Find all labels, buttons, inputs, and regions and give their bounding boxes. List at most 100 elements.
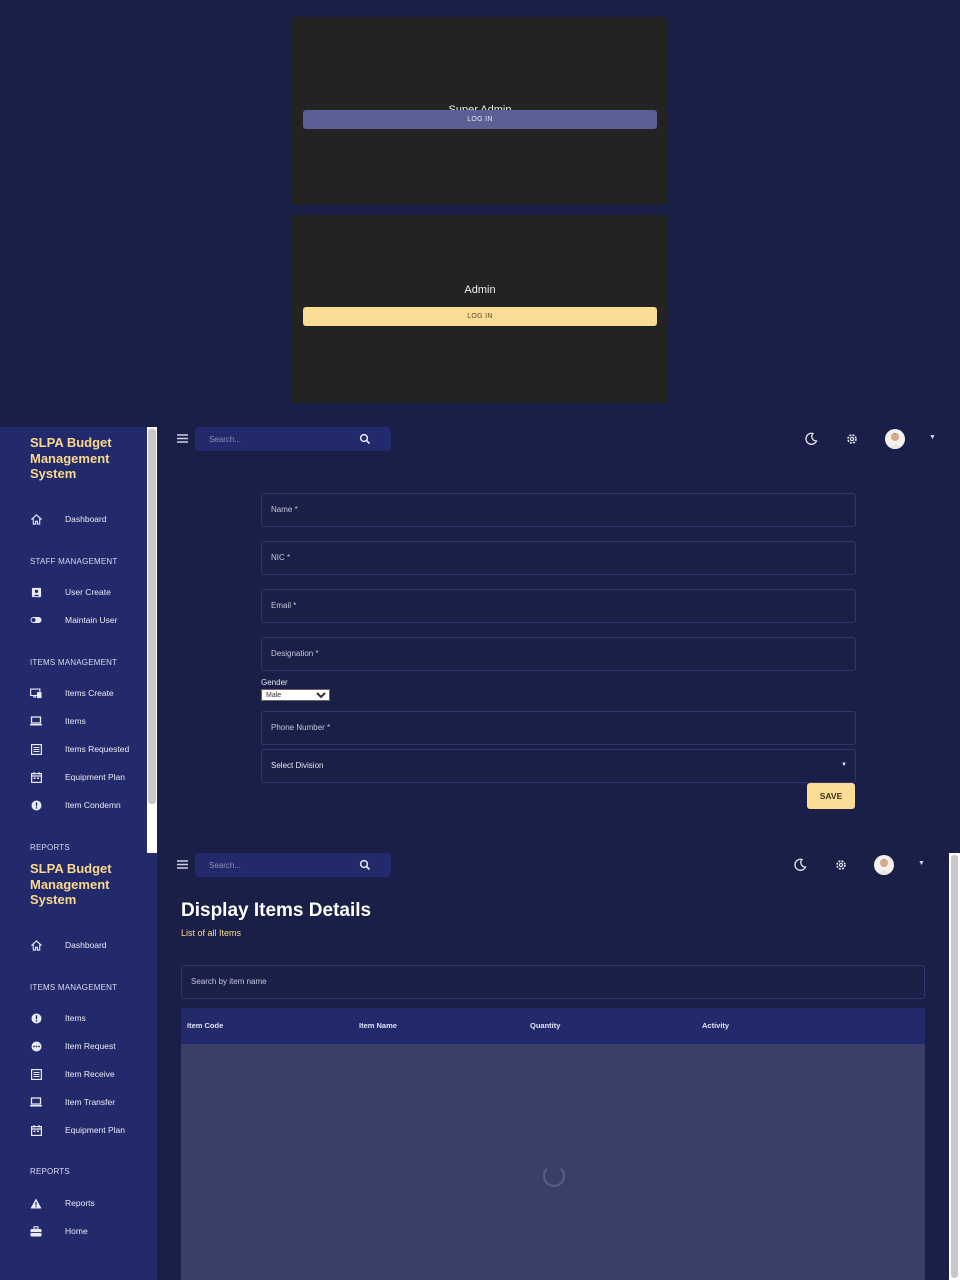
home-icon — [30, 513, 42, 525]
sidebar-item-label: Reports — [65, 1198, 95, 1208]
column-header-item-name[interactable]: Item Name — [359, 1021, 397, 1030]
column-header-item-code[interactable]: Item Code — [187, 1021, 223, 1030]
admin-title: Admin — [464, 284, 496, 296]
item-search-field[interactable]: Search by item name — [181, 965, 925, 999]
gear-icon[interactable] — [845, 432, 859, 446]
sidebar-item-item-receive[interactable]: Item Receive — [0, 1064, 150, 1084]
menu-icon[interactable] — [177, 858, 188, 872]
sidebar-item-items[interactable]: Items — [0, 711, 150, 731]
sidebar-item-item-request[interactable]: Item Request — [0, 1036, 150, 1056]
sidebar-item-equipment-plan[interactable]: Equipment Plan — [0, 1120, 150, 1140]
moon-icon[interactable] — [804, 432, 818, 446]
column-header-activity[interactable]: Activity — [702, 1021, 729, 1030]
name-field[interactable]: Name * — [261, 493, 856, 527]
name-field-label: Name * — [271, 505, 298, 514]
column-header-quantity[interactable]: Quantity — [530, 1021, 560, 1030]
sidebar-item-label: Items Requested — [65, 744, 130, 754]
designation-field[interactable]: Designation * — [261, 637, 856, 671]
brand-title: SLPA Budget Management System — [30, 435, 112, 481]
toggle-icon — [30, 614, 42, 626]
sidebar-item-item-condemn[interactable]: Item Condemn — [0, 795, 150, 815]
super-admin-card: Super Admin LOG IN — [292, 17, 668, 205]
avatar[interactable] — [874, 855, 894, 875]
sidebar-item-user-create[interactable]: User Create — [0, 582, 150, 602]
save-button[interactable]: SAVE — [807, 783, 855, 809]
items-table: Item Code Item Name Quantity Activity — [181, 1008, 925, 1280]
alert-icon — [30, 799, 42, 811]
avatar[interactable] — [885, 429, 905, 449]
search-icon[interactable] — [359, 858, 371, 871]
sidebar-item-maintain-user[interactable]: Maintain User — [0, 610, 150, 630]
sidebar-item-dashboard[interactable]: Dashboard — [0, 935, 150, 955]
scrollbar-thumb[interactable] — [951, 855, 958, 1278]
monitor-icon — [30, 687, 42, 699]
nic-field-label: NIC * — [271, 553, 291, 562]
sidebar-item-items-requested[interactable]: Items Requested — [0, 739, 150, 759]
moon-icon[interactable] — [793, 858, 807, 872]
search-bar[interactable] — [195, 427, 391, 451]
page-subtitle: List of all Items — [181, 928, 242, 938]
super-admin-login-button[interactable]: LOG IN — [303, 110, 657, 129]
phone-field[interactable]: Phone Number * — [261, 711, 856, 745]
sidebar-item-reports[interactable]: Reports — [0, 1193, 150, 1213]
chevron-down-icon[interactable]: ▼ — [929, 434, 936, 441]
chevron-down-icon[interactable]: ▼ — [918, 860, 925, 867]
division-select-label: Select Division — [271, 761, 324, 770]
list-icon — [30, 743, 42, 755]
home-icon — [30, 939, 42, 951]
sidebar-item-label: Home — [65, 1226, 88, 1236]
main-scrollbar[interactable] — [949, 853, 960, 1280]
list-icon — [30, 1068, 42, 1080]
sidebar-item-label: Items Create — [65, 688, 114, 698]
laptop-icon — [30, 715, 42, 727]
sidebar-item-label: Item Condemn — [65, 800, 121, 810]
sidebar-item-items[interactable]: Items — [0, 1008, 150, 1028]
sidebar-item-label: Items — [65, 1013, 86, 1023]
sidebar-staff: SLPA Budget Management System Dashboard … — [0, 427, 157, 854]
brand-title: SLPA Budget Management System — [30, 861, 112, 907]
sidebar-item-home[interactable]: Home — [0, 1221, 150, 1241]
gender-select[interactable]: Male — [261, 689, 330, 701]
nic-field[interactable]: NIC * — [261, 541, 856, 575]
sidebar-item-label: Equipment Plan — [65, 1125, 126, 1135]
sidebar-item-dashboard[interactable]: Dashboard — [0, 509, 150, 529]
sidebar-item-label: Dashboard — [65, 940, 107, 950]
search-input[interactable] — [209, 858, 349, 872]
page-title: Display Items Details — [181, 900, 372, 921]
phone-field-label: Phone Number * — [271, 723, 331, 732]
search-bar[interactable] — [195, 853, 391, 877]
sidebar-item-label: Dashboard — [65, 514, 107, 524]
laptop-icon — [30, 1096, 42, 1108]
sidebar-item-equipment-plan[interactable]: Equipment Plan — [0, 767, 150, 787]
division-select[interactable]: Select Division ▼ — [261, 749, 856, 783]
scrollbar-thumb[interactable] — [148, 429, 156, 804]
alert-icon — [30, 1012, 42, 1024]
search-icon[interactable] — [359, 432, 371, 445]
dots-icon — [30, 1040, 42, 1052]
sidebar-scrollbar[interactable] — [147, 427, 157, 854]
admin-card: Admin LOG IN — [292, 215, 668, 403]
email-field-label: Email * — [271, 601, 297, 610]
calendar-icon — [30, 771, 42, 783]
sidebar-item-label: Maintain User — [65, 615, 118, 625]
designation-field-label: Designation * — [271, 649, 319, 658]
email-field[interactable]: Email * — [261, 589, 856, 623]
calendar-icon — [30, 1124, 42, 1136]
sidebar-item-label: Item Request — [65, 1041, 116, 1051]
section-header-staff: STAFF MANAGEMENT — [30, 557, 118, 566]
sidebar-item-item-transfer[interactable]: Item Transfer — [0, 1092, 150, 1112]
sidebar-item-label: Item Transfer — [65, 1097, 116, 1107]
item-search-label: Search by item name — [191, 977, 267, 986]
sidebar-item-label: Equipment Plan — [65, 772, 126, 782]
sidebar-item-label: Item Receive — [65, 1069, 115, 1079]
admin-login-button[interactable]: LOG IN — [303, 307, 657, 326]
search-input[interactable] — [209, 432, 349, 446]
gear-icon[interactable] — [834, 858, 848, 872]
sidebar-item-items-create[interactable]: Items Create — [0, 683, 150, 703]
menu-icon[interactable] — [177, 432, 188, 446]
section-header-reports: REPORTS — [30, 1167, 70, 1176]
gender-label: Gender — [261, 678, 288, 687]
contact-icon — [30, 586, 42, 598]
sidebar-items: SLPA Budget Management System Dashboard … — [0, 853, 157, 1280]
loading-spinner — [543, 1165, 565, 1187]
